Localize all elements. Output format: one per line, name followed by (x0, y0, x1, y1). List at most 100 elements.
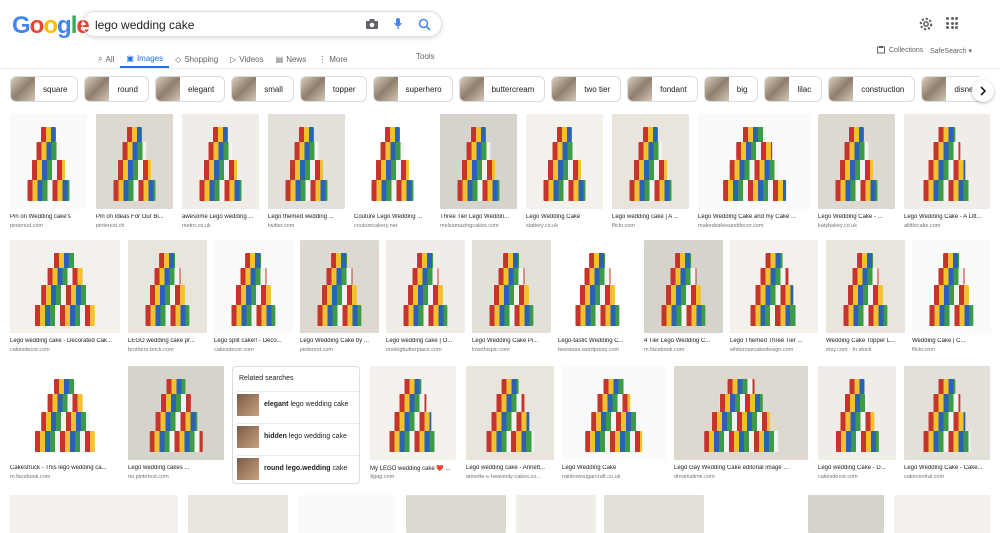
image-result[interactable]: Lego Wedding Cake Pi... lovethispic.com (472, 240, 551, 357)
tab-news[interactable]: ▤ News (270, 50, 313, 68)
result-title[interactable]: Cakestruck - This lego wedding ca... (10, 465, 120, 471)
result-title[interactable]: Lego Wedding Cake Pi... (472, 338, 551, 344)
related-item[interactable]: hidden lego wedding cake (237, 423, 359, 449)
image-result[interactable]: Wedding Cake | C... flickr.com (912, 240, 991, 357)
result-title[interactable]: Lego wedding cake - Annett... (466, 465, 554, 471)
result-thumbnail[interactable] (904, 114, 990, 209)
result-title[interactable]: awesome Lego wedding ... (182, 214, 259, 220)
image-result[interactable]: Lego Wedding Cake - Cake... cakecentral.c… (904, 366, 990, 484)
result-thumbnail[interactable] (268, 114, 345, 209)
result-title[interactable]: Lego wedding cakes ... (128, 465, 224, 471)
result-thumbnail[interactable] (128, 366, 224, 460)
image-result[interactable]: Lego Gay Wedding Cake editorial image ..… (674, 366, 808, 484)
result-title[interactable]: Lego wedding cake - Decorated Cak... (10, 338, 120, 344)
result-title[interactable]: Lego wedding cake | O... (386, 338, 465, 344)
chip[interactable]: construction (828, 76, 916, 102)
result-title[interactable]: Lego Wedding Cake by ... (300, 338, 379, 344)
image-result[interactable]: Cakestruck - This lego wedding ca... m.fa… (10, 366, 120, 484)
tools-button[interactable]: Tools (416, 52, 435, 61)
result-thumbnail[interactable] (354, 114, 431, 209)
result-thumbnail[interactable] (558, 240, 637, 333)
apps-icon[interactable] (946, 17, 958, 29)
result-thumbnail[interactable] (826, 240, 905, 333)
result-title[interactable]: Wedding Cake Topper L... (826, 338, 905, 344)
safesearch-button[interactable]: SafeSearch ▾ (930, 47, 972, 55)
image-result[interactable]: Lego wedding cake - Decorated Cak... cake… (10, 240, 120, 357)
chip[interactable]: elegant (154, 76, 226, 102)
result-thumbnail[interactable] (674, 366, 808, 460)
result-title[interactable]: Wedding Cake | C... (912, 338, 991, 344)
result-thumbnail[interactable] (644, 240, 723, 333)
image-result[interactable]: Pin on Wedding cake's pinterest.com (10, 114, 87, 233)
tab-videos[interactable]: ▷ Videos (224, 50, 269, 68)
result-title[interactable]: Lego Wedding Cake (562, 465, 666, 471)
result-title[interactable]: LEGO wedding cake pr... (128, 338, 207, 344)
image-result[interactable]: Lego wedding cake | O... onebigbutterplac… (386, 240, 465, 357)
image-result[interactable]: Lego Wedding Cake - ... katybakey.co.uk (818, 114, 895, 233)
image-result[interactable]: Lego wedding cake - Annett... annette-s-h… (466, 366, 554, 484)
result-thumbnail[interactable] (818, 114, 895, 209)
result-title[interactable]: Lego Wedding Cake and my Cake ... (698, 214, 811, 220)
result-thumbnail[interactable] (386, 240, 465, 333)
result-title[interactable]: Lego Wedding Cake - Cake... (904, 465, 990, 471)
result-thumbnail[interactable] (10, 366, 120, 460)
image-result[interactable]: Lego wedding cakes ... no.pinterest.com (128, 366, 224, 484)
result-thumbnail[interactable] (904, 366, 990, 460)
image-result[interactable]: Lego themed wedding ... twitter.com (268, 114, 345, 233)
mic-icon[interactable] (391, 16, 405, 32)
image-result[interactable]: Lego-tastic Wedding C... beesteas.wordpre… (558, 240, 637, 357)
result-thumbnail[interactable] (182, 114, 259, 209)
result-thumbnail[interactable] (466, 366, 554, 460)
collections-button[interactable]: Collections (877, 46, 923, 54)
search-input[interactable]: lego wedding cake (95, 18, 194, 32)
chip[interactable]: buttercream (458, 76, 546, 102)
chip[interactable]: round (84, 76, 149, 102)
result-thumbnail[interactable] (562, 366, 666, 460)
chip[interactable]: two tier (551, 76, 622, 102)
result-thumbnail[interactable] (604, 495, 704, 533)
result-title[interactable]: Lego wedding Cake - D... (818, 465, 896, 471)
chip[interactable]: topper (299, 76, 367, 102)
result-thumbnail[interactable] (818, 366, 896, 460)
image-result[interactable]: Lego Wedding Cake - A Litt... alittlecake… (904, 114, 990, 233)
result-thumbnail[interactable] (214, 240, 293, 333)
result-thumbnail[interactable] (10, 114, 87, 209)
tab-more[interactable]: ⋮ More (312, 50, 353, 68)
related-item[interactable]: round lego.wedding cake (237, 455, 359, 481)
result-thumbnail[interactable] (10, 495, 178, 533)
result-thumbnail[interactable] (730, 240, 818, 333)
image-result[interactable]: Lego wedding Cake - D... cakesdecor.com (818, 366, 896, 484)
image-result[interactable]: Pin on Ideas For Our Bi... pinterest.ch (96, 114, 173, 233)
result-thumbnail[interactable] (128, 240, 207, 333)
image-result[interactable]: Lego Wedding Cake by ... pinterest.com (300, 240, 379, 357)
result-thumbnail[interactable] (10, 240, 120, 333)
image-result[interactable]: Lego Themed Three Tier ... whiterosecaked… (730, 240, 818, 357)
image-result[interactable]: Lego Wedding Cake slattery.co.uk (526, 114, 603, 233)
gear-icon[interactable] (918, 16, 934, 32)
result-title[interactable]: 4 Tier Lego Wedding C... (644, 338, 723, 344)
result-thumbnail[interactable] (300, 240, 379, 333)
result-thumbnail[interactable] (714, 495, 798, 533)
chevron-right-icon[interactable] (972, 80, 994, 102)
image-result[interactable]: Wedding Cake Topper L... etsy.com · In st… (826, 240, 905, 357)
tab-shopping[interactable]: ◇ Shopping (169, 50, 224, 68)
result-thumbnail[interactable] (96, 114, 173, 209)
chip[interactable]: lilac (764, 76, 823, 102)
chip[interactable]: square (10, 76, 79, 102)
image-result[interactable]: Lego Wedding Cake and my Cake ... makesba… (698, 114, 811, 233)
image-result[interactable]: Lego split cake!! - Deco... cakesdecor.co… (214, 240, 293, 357)
result-title[interactable]: Lego wedding cake | A ... (612, 214, 689, 220)
result-title[interactable]: Couture Lego Wedding ... (354, 214, 431, 220)
search-icon[interactable] (417, 16, 431, 32)
tab-images[interactable]: ▣ Images (120, 50, 170, 68)
result-thumbnail[interactable] (370, 366, 456, 460)
result-thumbnail[interactable] (472, 240, 551, 333)
chip[interactable]: big (703, 76, 759, 102)
image-result[interactable]: 4 Tier Lego Wedding C... m.facebook.com (644, 240, 723, 357)
result-thumbnail[interactable] (894, 495, 990, 533)
camera-icon[interactable] (365, 16, 379, 32)
result-title[interactable]: Lego Wedding Cake - A Litt... (904, 214, 990, 220)
chip[interactable]: small (231, 76, 294, 102)
image-result[interactable]: awesome Lego wedding ... metro.co.uk (182, 114, 259, 233)
result-thumbnail[interactable] (516, 495, 596, 533)
